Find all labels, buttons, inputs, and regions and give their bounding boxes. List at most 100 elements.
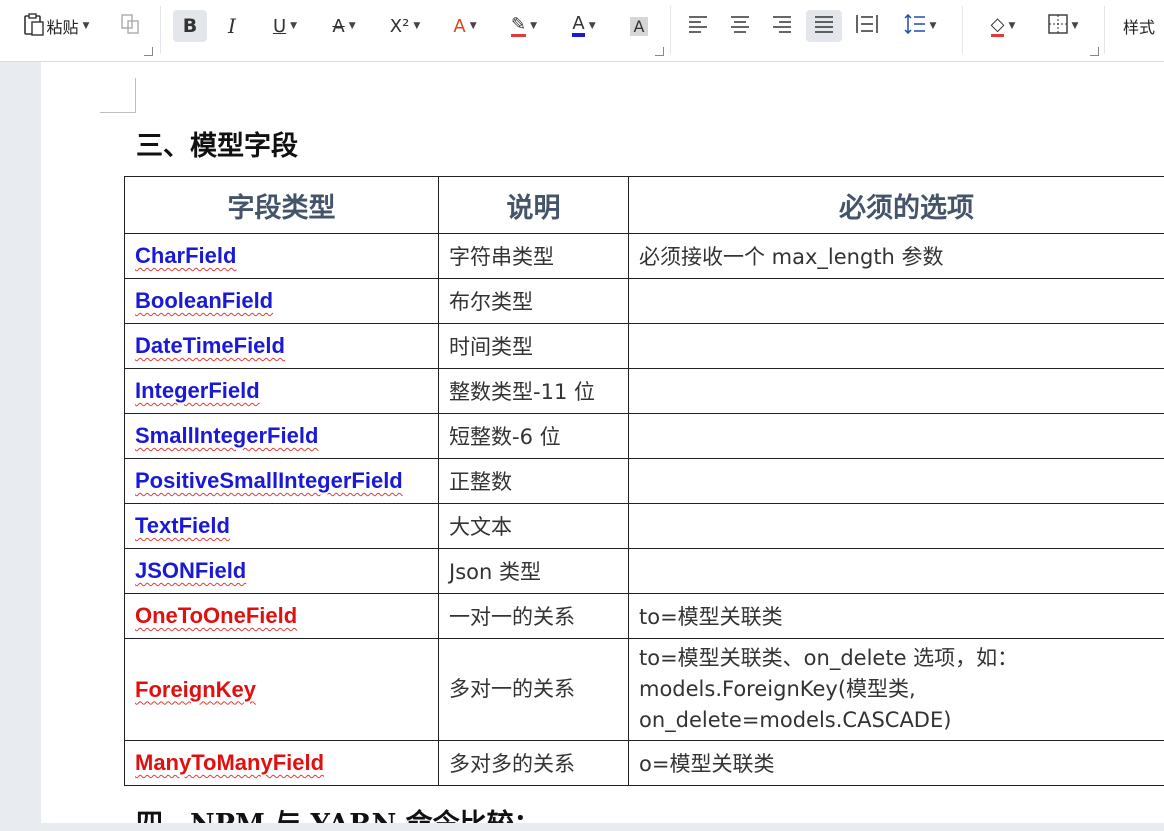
char-shading-icon: A — [629, 16, 649, 36]
field-name: ManyToManyField — [135, 750, 325, 775]
chevron-down-icon[interactable]: ▼ — [1072, 21, 1079, 31]
highlight-button[interactable]: ✎ ▼ — [500, 10, 548, 42]
field-description: Json 类型 — [438, 548, 629, 594]
table-row: ManyToManyField 多对多的关系 o=模型关联类 — [124, 740, 1164, 786]
chevron-down-icon[interactable]: ▼ — [1008, 21, 1015, 31]
field-name: OneToOneField — [135, 603, 298, 628]
superscript-icon: X² — [389, 15, 410, 37]
format-painter-icon — [119, 13, 141, 40]
table-header-row: 字段类型 说明 必须的选项 — [124, 176, 1164, 234]
bottom-gutter — [0, 823, 1164, 831]
ribbon-toolbar: 粘贴 ▼ B I U ▼ A ▼ X² ▼ A ▼ ✎ ▼ A ▼ A ▼ ◇ ▼ ▼ 样式 — [0, 0, 1164, 62]
field-name: TextField — [135, 513, 230, 538]
chevron-down-icon[interactable]: ▼ — [470, 21, 477, 31]
field-description: 整数类型-11 位 — [438, 368, 629, 414]
field-option: to=模型关联类、on_delete 选项，如：models.ForeignKe… — [628, 638, 1164, 741]
table-row: DateTimeField 时间类型 — [124, 323, 1164, 369]
field-description: 多对一的关系 — [438, 638, 629, 741]
chevron-down-icon[interactable]: ▼ — [290, 21, 297, 31]
chevron-down-icon[interactable]: ▼ — [930, 21, 937, 31]
char-shading-button[interactable]: A — [624, 10, 654, 42]
field-option — [628, 458, 1164, 504]
styles-label: 样式 — [1122, 18, 1155, 37]
italic-button[interactable]: I — [216, 10, 248, 42]
chevron-down-icon[interactable]: ▼ — [349, 21, 356, 31]
paste-icon — [23, 12, 45, 41]
styles-button[interactable]: 样式 — [1114, 10, 1164, 42]
clipboard-dialog-launcher[interactable] — [144, 47, 153, 56]
font-color-icon: A — [572, 15, 585, 37]
field-name: DateTimeField — [135, 333, 285, 358]
table-row: PositiveSmallIntegerField 正整数 — [124, 458, 1164, 504]
field-name: IntegerField — [135, 378, 260, 403]
chevron-down-icon[interactable]: ▼ — [589, 21, 596, 31]
bold-button[interactable]: B — [173, 10, 207, 42]
table-row: JSONField Json 类型 — [124, 548, 1164, 594]
paste-button[interactable]: 粘贴 ▼ — [10, 10, 102, 42]
field-description: 短整数-6 位 — [438, 413, 629, 459]
field-name: PositiveSmallIntegerField — [135, 468, 403, 493]
table-row: SmallIntegerField 短整数-6 位 — [124, 413, 1164, 459]
text-effect-button[interactable]: A ▼ — [441, 10, 489, 42]
model-fields-table: 字段类型 说明 必须的选项 CharField 字符串类型 必须接收一个 max… — [124, 176, 1164, 786]
borders-button[interactable]: ▼ — [1040, 10, 1086, 42]
line-spacing-button[interactable]: ▼ — [896, 10, 944, 42]
align-left-icon — [688, 15, 708, 38]
chevron-down-icon[interactable]: ▼ — [530, 21, 537, 31]
field-description: 时间类型 — [438, 323, 629, 369]
field-description: 多对多的关系 — [438, 740, 629, 786]
underline-button[interactable]: U ▼ — [262, 10, 308, 42]
field-name: BooleanField — [135, 288, 274, 313]
field-option — [628, 503, 1164, 549]
distributed-icon — [856, 14, 878, 39]
format-painter-button[interactable] — [114, 10, 146, 42]
shading-button[interactable]: ◇ ▼ — [980, 10, 1026, 42]
underline-icon: U — [272, 15, 287, 37]
document-page[interactable]: 三、模型字段 字段类型 说明 必须的选项 CharField 字符串类型 必须接… — [41, 62, 1164, 831]
field-option — [628, 548, 1164, 594]
line-spacing-icon — [904, 13, 926, 39]
shading-icon: ◇ — [990, 13, 1005, 37]
field-option: 必须接收一个 max_length 参数 — [628, 233, 1164, 279]
field-description: 正整数 — [438, 458, 629, 504]
font-color-button[interactable]: A ▼ — [560, 10, 608, 42]
crop-mark — [100, 112, 136, 113]
paste-label: 粘贴 — [46, 18, 79, 37]
chevron-down-icon[interactable]: ▼ — [413, 21, 420, 31]
paragraph-dialog-launcher[interactable] — [1090, 47, 1099, 56]
field-name: CharField — [135, 243, 237, 268]
borders-icon — [1047, 13, 1068, 39]
field-name: SmallIntegerField — [135, 423, 319, 448]
field-name: ForeignKey — [135, 676, 257, 702]
text-effect-icon: A — [453, 15, 466, 37]
table-row: TextField 大文本 — [124, 503, 1164, 549]
align-right-button[interactable] — [766, 10, 798, 42]
field-description: 一对一的关系 — [438, 593, 629, 639]
table-row: BooleanField 布尔类型 — [124, 278, 1164, 324]
chevron-down-icon[interactable]: ▼ — [83, 21, 90, 31]
align-center-icon — [730, 15, 750, 38]
field-option — [628, 413, 1164, 459]
align-left-button[interactable] — [682, 10, 714, 42]
align-right-icon — [772, 15, 792, 38]
superscript-button[interactable]: X² ▼ — [381, 10, 429, 42]
field-option: o=模型关联类 — [628, 740, 1164, 786]
section-heading: 三、模型字段 — [136, 131, 298, 162]
strikethrough-button[interactable]: A ▼ — [320, 10, 368, 42]
left-margin-strip — [0, 62, 41, 831]
header-description: 说明 — [438, 176, 629, 234]
strikethrough-icon: A — [332, 15, 345, 37]
bold-icon: B — [182, 15, 198, 37]
justify-button[interactable] — [806, 10, 842, 42]
align-center-button[interactable] — [724, 10, 756, 42]
justify-icon — [814, 15, 834, 38]
field-description: 大文本 — [438, 503, 629, 549]
distributed-button[interactable] — [851, 10, 883, 42]
field-option — [628, 323, 1164, 369]
table-row: IntegerField 整数类型-11 位 — [124, 368, 1164, 414]
italic-icon: I — [228, 14, 236, 38]
table-row: ForeignKey 多对一的关系 to=模型关联类、on_delete 选项，… — [124, 638, 1164, 741]
table-row: OneToOneField 一对一的关系 to=模型关联类 — [124, 593, 1164, 639]
header-required-options: 必须的选项 — [628, 176, 1164, 234]
font-dialog-launcher[interactable] — [655, 47, 664, 56]
